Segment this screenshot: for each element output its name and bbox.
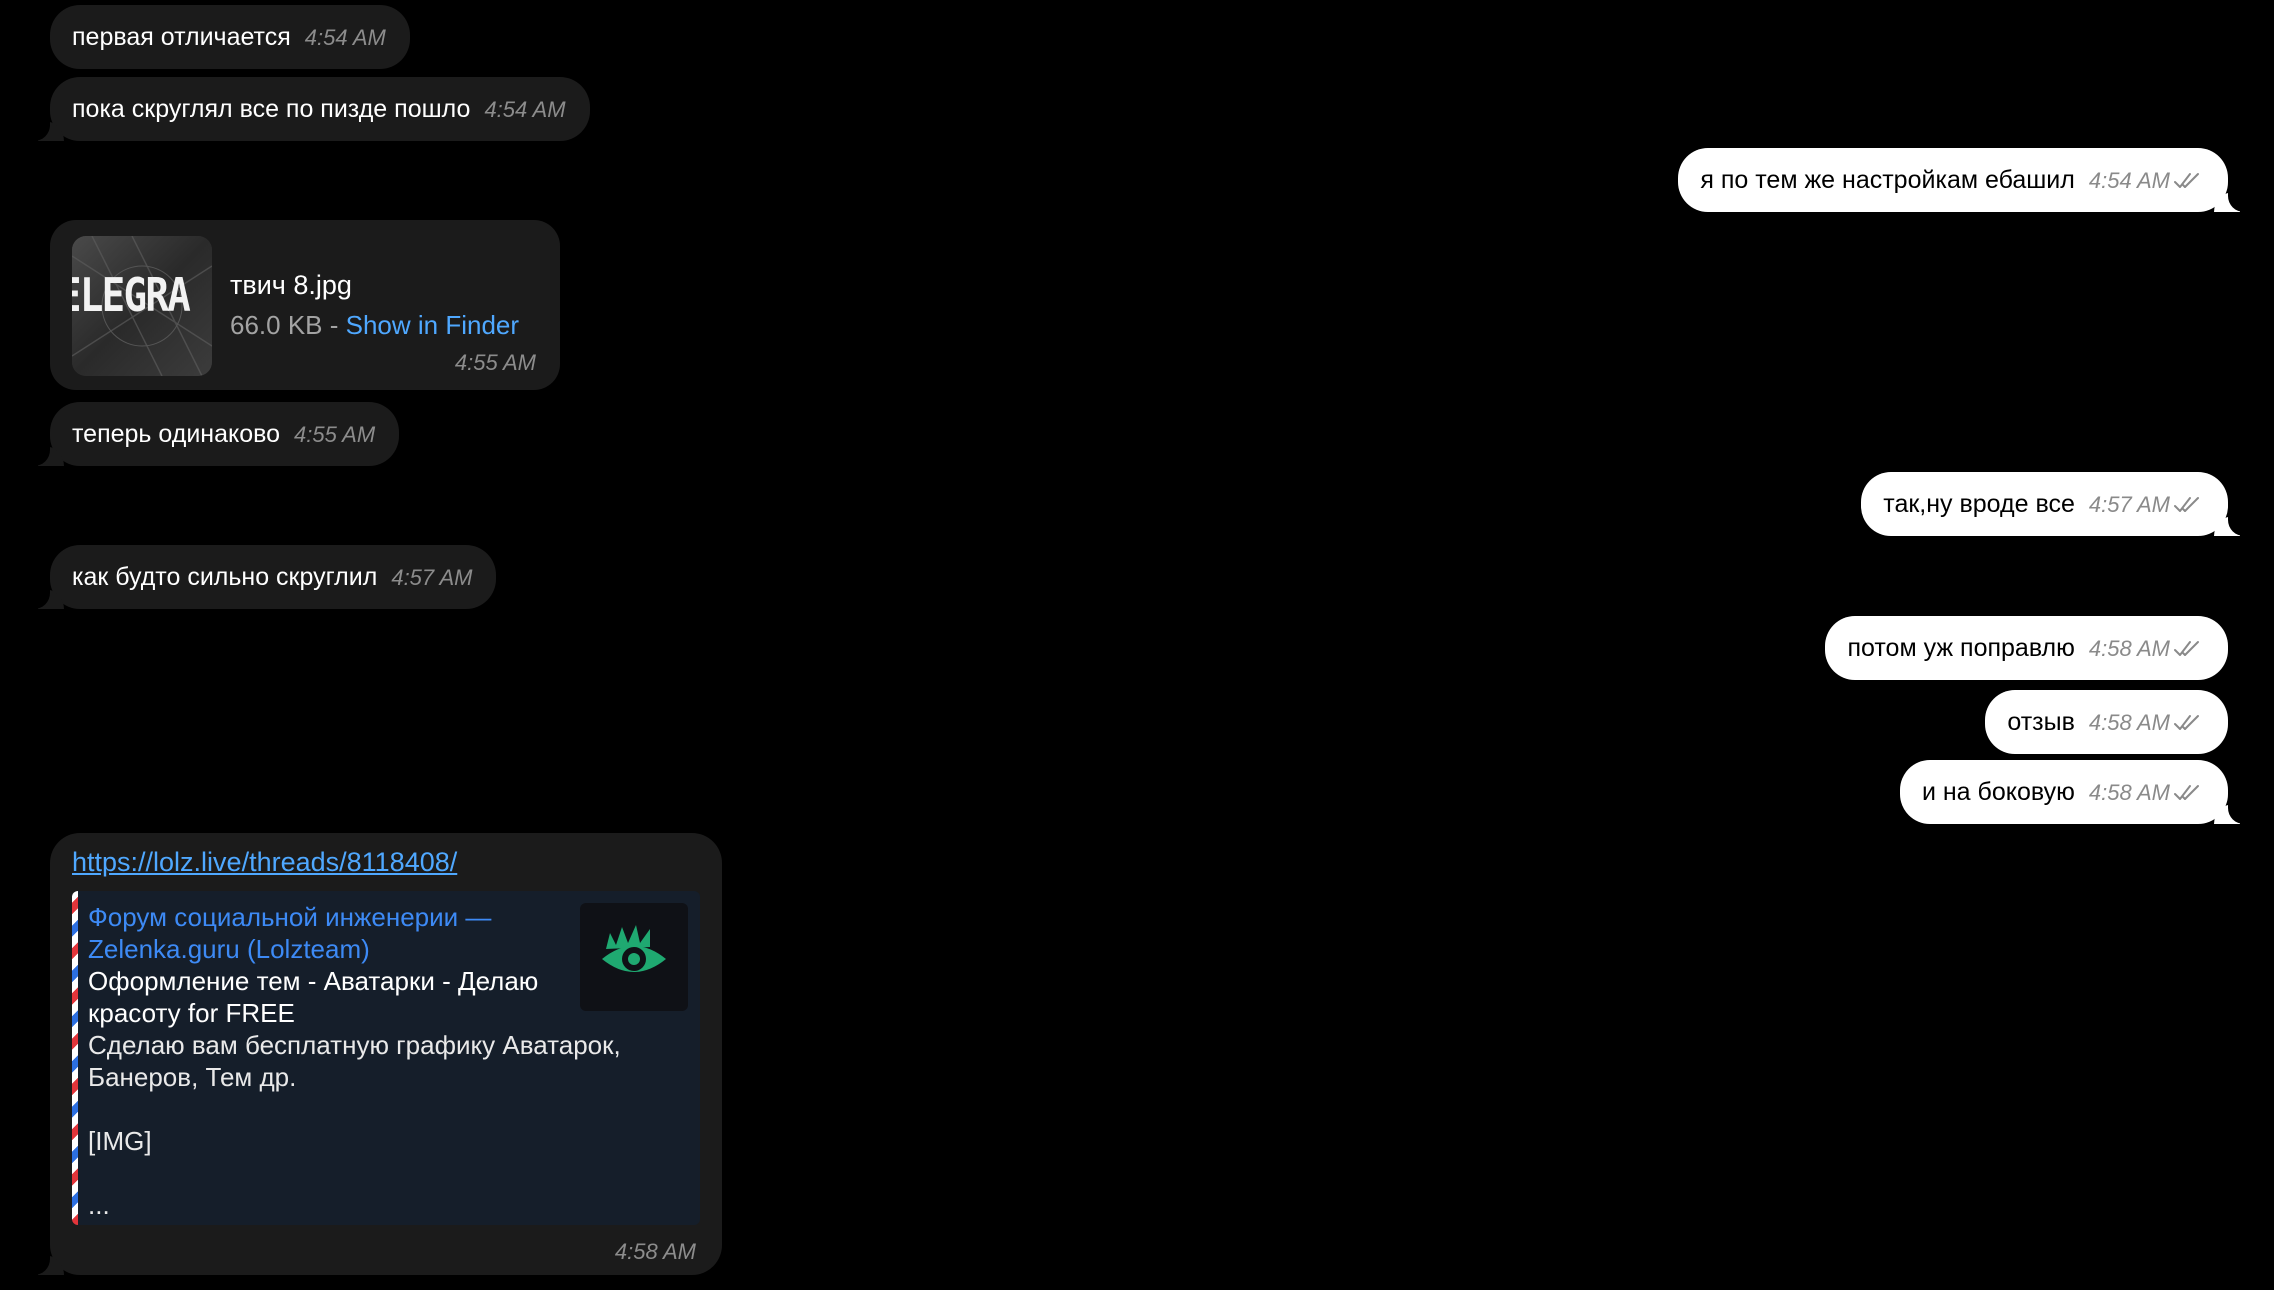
message-text: пока скруглял все по пизде пошло — [72, 95, 471, 123]
message-text: первая отличается — [72, 23, 291, 51]
double-check-icon — [2174, 172, 2204, 190]
double-check-icon — [2174, 784, 2204, 802]
message-outgoing[interactable]: потом уж поправлю 4:58 AM — [1825, 616, 2228, 680]
message-time: 4:54 AM — [484, 97, 566, 122]
show-in-finder-link[interactable]: Show in Finder — [346, 310, 519, 340]
image-thumbnail[interactable]: ELEGRA — [72, 236, 212, 376]
preview-title: Оформление тем - Аватарки - Делаю красот… — [88, 966, 539, 1028]
message-incoming[interactable]: первая отличается 4:54 AM — [50, 5, 410, 69]
message-outgoing[interactable]: и на боковую 4:58 AM — [1899, 760, 2253, 824]
eye-logo-icon — [580, 903, 688, 1011]
file-meta: 66.0 KB - Show in Finder — [230, 310, 519, 340]
message-time: 4:54 AM — [304, 25, 386, 50]
message-incoming[interactable]: как будто сильно скруглил 4:57 AM — [25, 545, 497, 609]
message-time: 4:55 AM — [454, 350, 536, 375]
preview-img-tag: [IMG] — [88, 1126, 152, 1156]
file-size: 66.0 KB — [230, 310, 323, 340]
message-time: 4:58 AM — [2088, 710, 2170, 735]
link-preview-card[interactable]: Форум социальной инженерии — Zelenka.gur… — [72, 891, 700, 1225]
message-outgoing[interactable]: я по тем же настройкам ебашил 4:54 AM — [1678, 148, 2252, 212]
message-text: я по тем же настройкам ебашил — [1700, 166, 2075, 194]
preview-description: Сделаю вам бесплатную графику Аватарок, … — [88, 1030, 621, 1092]
message-text: потом уж поправлю — [1847, 634, 2075, 662]
message-outgoing[interactable]: отзыв 4:58 AM — [1985, 690, 2228, 754]
message-time: 4:58 AM — [614, 1239, 696, 1264]
message-incoming[interactable]: теперь одинаково 4:55 AM — [25, 402, 400, 466]
message-time: 4:54 AM — [2088, 168, 2170, 193]
message-text: как будто сильно скруглил — [72, 563, 378, 591]
message-incoming[interactable]: пока скруглял все по пизде пошло 4:54 AM — [26, 77, 590, 141]
double-check-icon — [2174, 714, 2204, 732]
message-link-preview[interactable]: https://lolz.live/threads/8118408/ Форум… — [26, 833, 722, 1275]
preview-ellipsis: ... — [88, 1190, 110, 1220]
message-time: 4:57 AM — [2088, 492, 2170, 517]
message-time: 4:58 AM — [2088, 780, 2170, 805]
message-time: 4:58 AM — [2088, 636, 2170, 661]
message-text: отзыв — [2007, 708, 2075, 736]
message-time: 4:55 AM — [294, 422, 376, 447]
double-check-icon — [2174, 640, 2204, 658]
message-outgoing[interactable]: так,ну вроде все 4:57 AM — [1861, 472, 2252, 536]
file-name: твич 8.jpg — [230, 270, 352, 300]
thumbnail-text: ELEGRA — [72, 268, 191, 322]
preview-accent-stripe — [72, 891, 78, 1225]
message-text: так,ну вроде все — [1883, 490, 2075, 518]
message-url-link[interactable]: https://lolz.live/threads/8118408/ — [72, 847, 457, 877]
message-text: и на боковую — [1921, 778, 2075, 806]
preview-site-name: Форум социальной инженерии — Zelenka.gur… — [88, 902, 492, 964]
message-file[interactable]: ELEGRA твич 8.jpg 66.0 KB - Show in Find… — [50, 220, 560, 390]
chat-history[interactable]: первая отличается 4:54 AM пока скруглял в… — [0, 0, 2274, 1290]
double-check-icon — [2174, 496, 2204, 514]
message-time: 4:57 AM — [391, 565, 473, 590]
file-meta-separator: - — [322, 310, 346, 340]
message-text: теперь одинаково — [72, 420, 281, 448]
